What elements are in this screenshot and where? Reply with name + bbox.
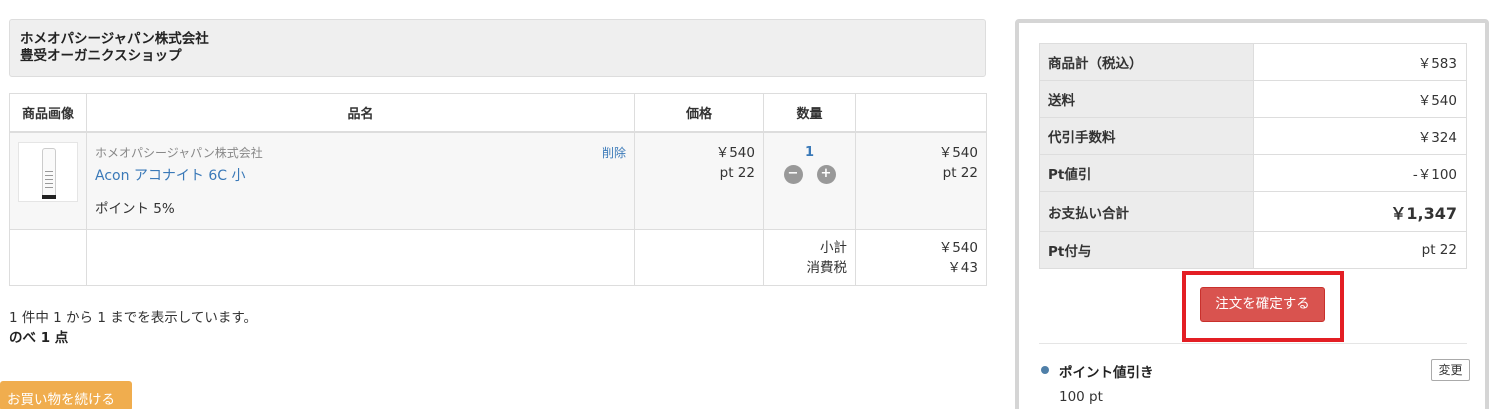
item-price-cell: ￥540 pt 22: [634, 131, 764, 230]
item-total: ￥540: [938, 144, 978, 161]
summary-value: -￥100: [1253, 154, 1467, 192]
summary-label: 代引手数料: [1039, 117, 1254, 155]
bullet-icon: [1041, 366, 1049, 374]
header-image: 商品画像: [9, 93, 87, 133]
summary-label: Pt付与: [1039, 231, 1254, 269]
summary-row-shipping: 送料 ￥540: [1039, 80, 1467, 118]
summary-label: お支払い合計: [1039, 191, 1254, 232]
cart-item-row: ホメオパシージャパン株式会社 削除 Acon アコナイト 6C 小 ポイント 5…: [9, 131, 987, 230]
header-price: 価格: [634, 93, 764, 133]
bottle-shape: [42, 147, 56, 198]
total-items-text: のべ 1 点: [9, 330, 69, 346]
summary-row-cod-fee: 代引手数料 ￥324: [1039, 117, 1467, 155]
summary-row-subtotal: 商品計（税込） ￥583: [1039, 43, 1467, 81]
item-total-pt: pt 22: [942, 164, 978, 181]
summary-value: ￥540: [1253, 80, 1467, 118]
summary-label: 送料: [1039, 80, 1254, 118]
subtotal-labels: 小計 消費税: [763, 229, 856, 286]
order-summary-panel: 商品計（税込） ￥583 送料 ￥540 代引手数料 ￥324 Pt値引 -￥1…: [1015, 19, 1489, 409]
minus-icon[interactable]: −: [783, 164, 803, 184]
cart-table: 商品画像 品名 価格 数量 ホメオパシージャパン株式会社 削除 Acon アコナ…: [9, 93, 987, 286]
summary-value: ￥324: [1253, 117, 1467, 155]
cart-subtotal-row: 小計 消費税 ￥540 ￥43: [9, 229, 987, 286]
item-price: ￥540: [715, 144, 755, 161]
item-qty-cell: 1 − +: [763, 131, 856, 230]
qty-stepper: − +: [764, 164, 855, 184]
point-discount-value: 100 pt: [1059, 389, 1103, 405]
summary-row-grand-total: お支払い合計 ￥1,347: [1039, 191, 1467, 232]
subtotal-label: 小計: [820, 240, 847, 256]
header-qty: 数量: [763, 93, 856, 133]
shop-store-name: 豊受オーガニクスショップ: [20, 48, 182, 64]
summary-label: Pt値引: [1039, 154, 1254, 192]
bottle-cap: [42, 194, 56, 199]
shop-company-name: ホメオパシージャパン株式会社: [20, 31, 209, 47]
item-total-cell: ￥540 pt 22: [855, 131, 987, 230]
confirm-order-button[interactable]: 注文を確定する: [1200, 287, 1325, 322]
summary-value: pt 22: [1253, 231, 1467, 269]
cart-header-row: 商品画像 品名 価格 数量: [9, 93, 987, 133]
delete-link[interactable]: 削除: [602, 144, 626, 161]
change-button[interactable]: 変更: [1431, 359, 1470, 381]
header-name: 品名: [86, 93, 635, 133]
summary-value: ￥583: [1253, 43, 1467, 81]
plus-icon[interactable]: +: [816, 164, 836, 184]
subtotal-values: ￥540 ￥43: [855, 229, 987, 286]
summary-label: 商品計（税込）: [1039, 43, 1254, 81]
summary-table: 商品計（税込） ￥583 送料 ￥540 代引手数料 ￥324 Pt値引 -￥1…: [1039, 43, 1467, 269]
item-image-cell: [9, 131, 87, 230]
product-name-link[interactable]: Acon アコナイト 6C 小: [95, 165, 626, 185]
summary-row-points-earned: Pt付与 pt 22: [1039, 231, 1467, 269]
grand-total-value: ￥1,347: [1253, 191, 1467, 232]
point-discount-title: ポイント値引き: [1059, 365, 1154, 381]
result-count-text: 1 件中 1 から 1 までを表示しています。: [9, 310, 257, 326]
panel-divider: [1039, 343, 1467, 344]
summary-row-point-discount: Pt値引 -￥100: [1039, 154, 1467, 192]
header-total: [855, 93, 987, 133]
shop-header: ホメオパシージャパン株式会社 豊受オーガニクスショップ: [9, 19, 986, 77]
item-price-pt: pt 22: [719, 164, 755, 181]
tax-value: ￥43: [947, 260, 978, 276]
subtotal-value: ￥540: [938, 240, 978, 256]
item-qty-value: 1: [804, 144, 815, 160]
item-maker: ホメオパシージャパン株式会社: [95, 145, 263, 160]
tax-label: 消費税: [806, 260, 848, 276]
product-thumbnail[interactable]: [18, 141, 78, 202]
continue-shopping-button[interactable]: お買い物を続ける: [0, 381, 132, 409]
item-name-cell: ホメオパシージャパン株式会社 削除 Acon アコナイト 6C 小 ポイント 5…: [86, 131, 635, 230]
item-points: ポイント 5%: [95, 200, 175, 217]
